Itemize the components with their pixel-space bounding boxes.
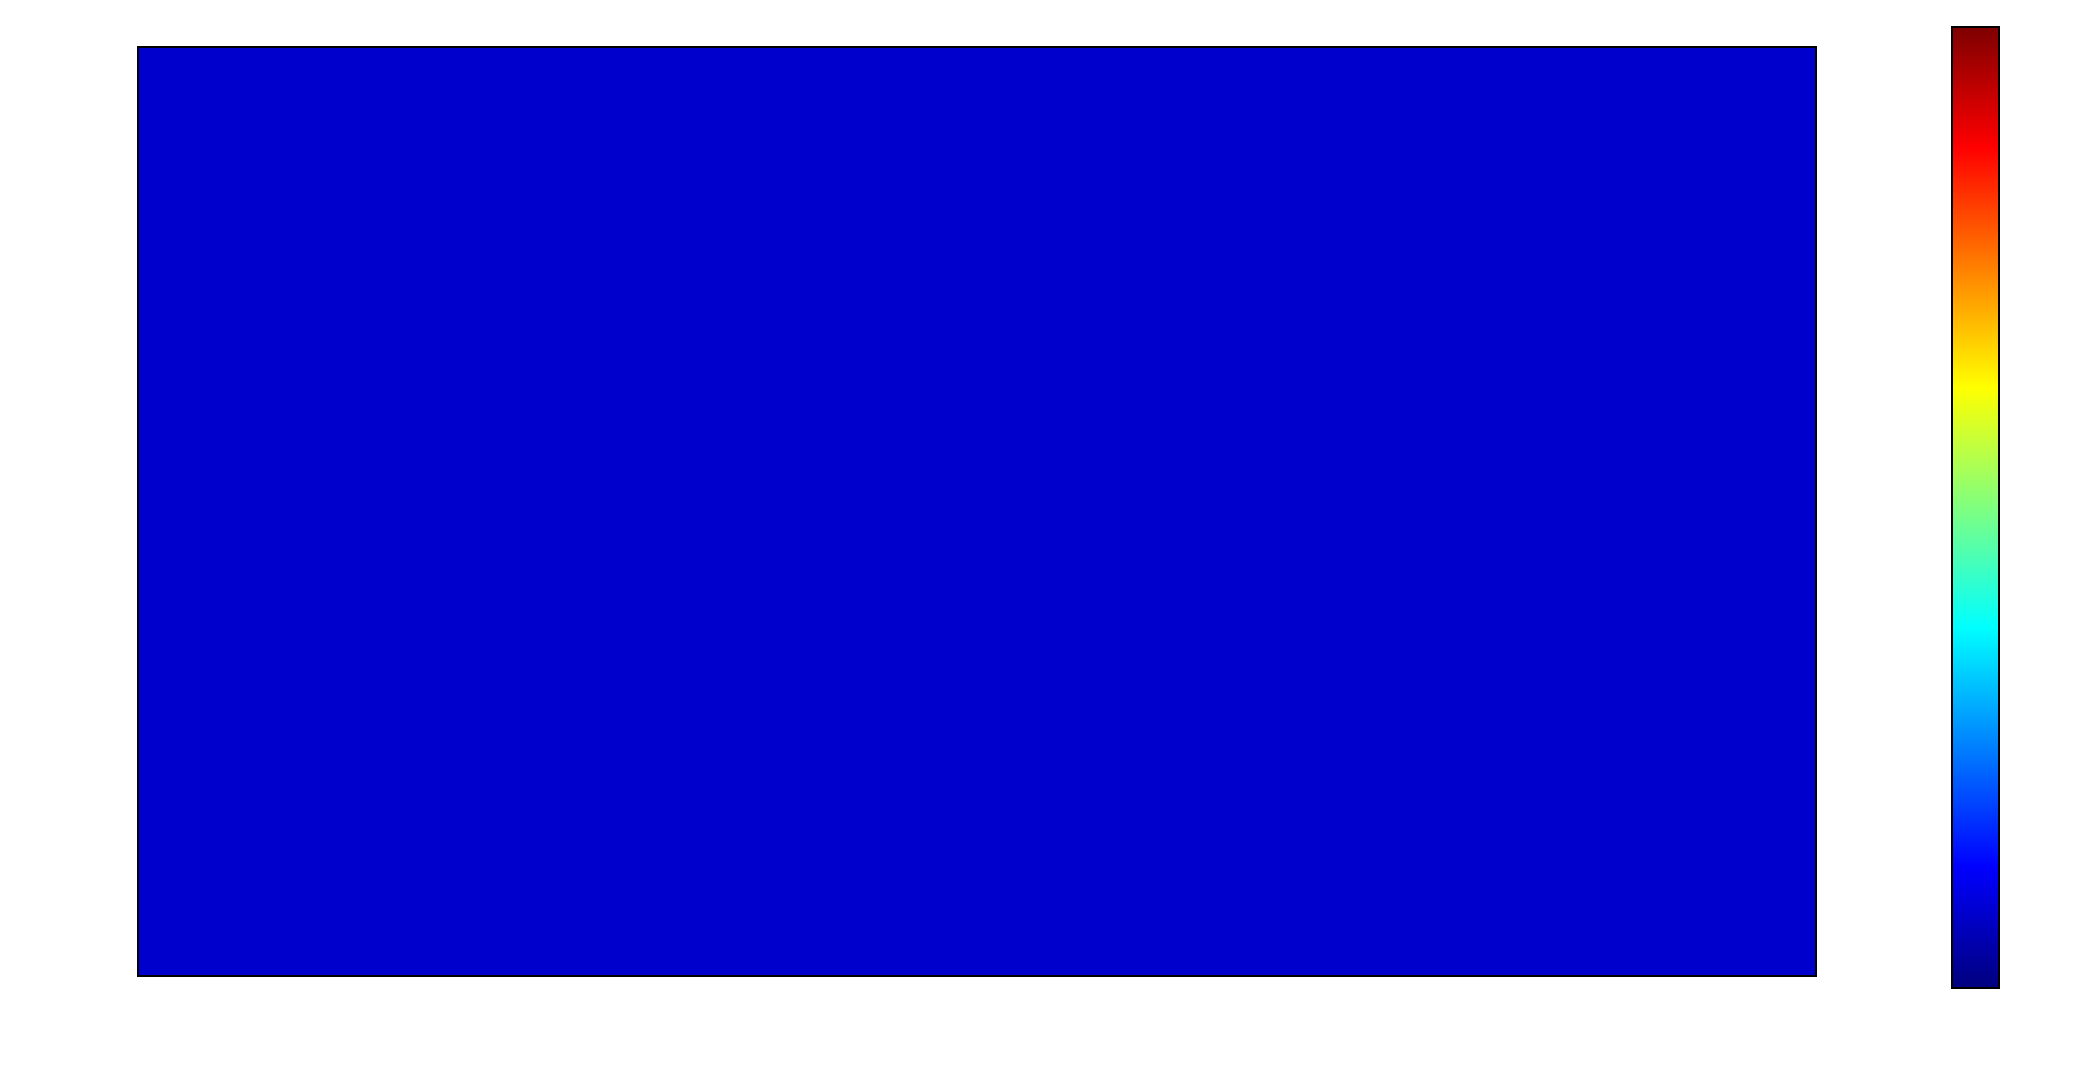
colorbar bbox=[1951, 26, 2000, 989]
spectrogram-figure bbox=[0, 0, 2082, 1067]
spectrogram-canvas bbox=[139, 48, 1815, 975]
plot-area bbox=[137, 46, 1817, 977]
